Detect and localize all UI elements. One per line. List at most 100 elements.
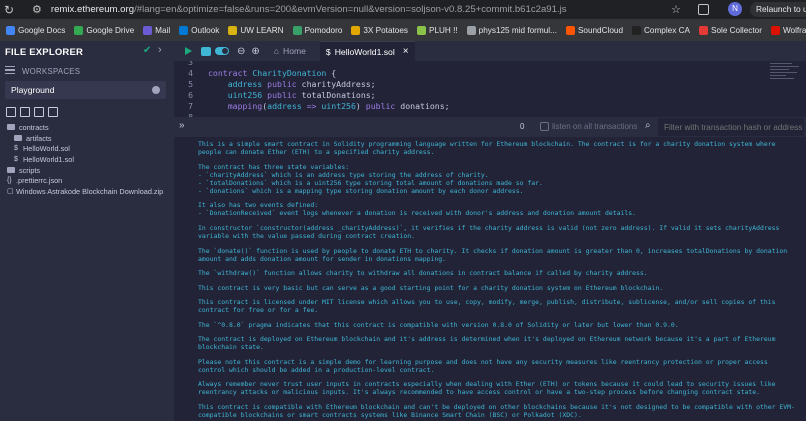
file-tree-item[interactable]: scripts: [0, 166, 174, 177]
zoom-in-icon[interactable]: ⊕: [251, 46, 259, 57]
new-file-icon[interactable]: [6, 107, 16, 117]
workspace-name: Playground: [11, 85, 55, 95]
bookmark-label: phys125 mid formul...: [478, 25, 557, 35]
bookmark-item[interactable]: Complex CA: [632, 25, 690, 35]
file-explorer-panel: FILE EXPLORER ✔ › WORKSPACES Playground …: [0, 41, 174, 421]
transaction-filter-input[interactable]: [658, 118, 804, 136]
file-tree-item[interactable]: {} .prettierrc.json: [0, 176, 174, 187]
code-token: address: [267, 101, 307, 111]
site-settings-icon[interactable]: ⚙: [32, 3, 42, 16]
folder-icon: [7, 166, 15, 173]
home-icon: ⌂: [273, 46, 279, 56]
bookmark-item[interactable]: Google Drive: [74, 25, 135, 35]
bookmark-favicon-icon: [179, 25, 189, 35]
terminal-message: The `donate()` function is used by peopl…: [198, 246, 791, 263]
bookmark-label: Wolfram Alpha: [782, 25, 806, 35]
line-number: 7: [188, 101, 193, 111]
code-token: mapping: [227, 101, 263, 111]
bookmark-item[interactable]: 3X Potatoes: [351, 25, 408, 35]
upload-folder-icon[interactable]: [48, 107, 58, 117]
terminal-message: It also has two events defined: - `Donat…: [198, 201, 636, 218]
bookmark-item[interactable]: UW LEARN: [228, 25, 284, 35]
file-tree-label: HelloWorld1.sol: [23, 155, 74, 165]
bookmark-favicon-icon: [466, 25, 476, 35]
folder-icon: [14, 134, 22, 141]
collapse-chevron-icon[interactable]: »: [179, 120, 185, 131]
minimap[interactable]: [770, 61, 802, 87]
hamburger-menu-icon[interactable]: [5, 66, 15, 74]
chevron-right-icon[interactable]: ›: [158, 44, 162, 56]
code-line: 6 uint256 public totalDonations;: [174, 90, 376, 101]
file-tree-label: Windows Astrakode Blockchain Download.zi…: [16, 187, 164, 197]
bookmark-star-icon[interactable]: ☆: [671, 3, 681, 16]
workspace-select[interactable]: Playground: [5, 81, 166, 99]
file-tree-item[interactable]: ▢ Windows Astrakode Blockchain Download.z…: [0, 187, 174, 198]
bookmark-label: Mail: [155, 25, 171, 35]
terminal-message: The `withdraw()` function allows charity…: [198, 269, 648, 278]
bookmark-item[interactable]: Mail: [143, 25, 171, 35]
line-number: 4: [188, 68, 193, 78]
code-token: ): [355, 101, 366, 111]
reload-icon[interactable]: ↻: [0, 3, 18, 17]
bookmark-item[interactable]: PLUH !!: [416, 25, 458, 35]
file-tree-item[interactable]: $ HelloWorld1.sol: [0, 155, 174, 166]
bookmark-item[interactable]: Sole Collector: [698, 25, 762, 35]
copilot-toggle[interactable]: [215, 47, 229, 55]
new-folder-icon[interactable]: [20, 107, 30, 117]
profile-avatar[interactable]: N: [728, 2, 742, 16]
extensions-icon[interactable]: [698, 4, 709, 15]
close-icon[interactable]: ×: [403, 46, 409, 57]
bookmark-favicon-icon: [228, 25, 238, 35]
bookmark-item[interactable]: Wolfram Alpha: [770, 25, 806, 35]
tab-helloworld1[interactable]: $ HelloWorld1.sol ×: [319, 41, 415, 61]
code-token: CharityDonation: [252, 68, 327, 78]
bookmark-item[interactable]: phys125 mid formul...: [466, 25, 557, 35]
line-number: 6: [188, 90, 193, 100]
bookmarks-bar: Google Docs Google Drive Mail Outlook UW LEA…: [0, 19, 806, 41]
bookmark-label: UW LEARN: [240, 25, 284, 35]
solidity-icon: $: [325, 46, 331, 57]
tab-label: Home: [282, 46, 306, 56]
code-editor[interactable]: 3 4 contract CharityDonation {5 address pu…: [174, 61, 806, 117]
terminal-message: The `^0.8.0` pragma indicates that this …: [198, 320, 679, 329]
terminal-message: Always remember never trust user inputs …: [198, 380, 780, 397]
run-icon[interactable]: [185, 47, 192, 55]
file-tree-item[interactable]: $ HelloWorld.sol: [0, 144, 174, 155]
bookmark-label: 3X Potatoes: [363, 25, 408, 35]
search-icon: ⌕: [645, 120, 651, 131]
tab-home[interactable]: ⌂ Home: [268, 41, 312, 61]
zoom-out-icon[interactable]: ⊖: [237, 46, 245, 57]
bookmark-favicon-icon: [351, 25, 361, 35]
file-actions: [6, 107, 58, 117]
terminal-message: The contract is deployed on Ethereum blo…: [198, 335, 780, 352]
bookmark-favicon-icon: [143, 25, 153, 35]
upload-icon[interactable]: [34, 107, 44, 117]
file-tree-label: artifacts: [26, 133, 52, 143]
file-tree-item[interactable]: contracts: [0, 123, 174, 134]
bookmark-favicon-icon: [698, 25, 708, 35]
tab-label: HelloWorld1.sol: [334, 46, 395, 57]
code-token: address: [227, 79, 268, 89]
bookmark-item[interactable]: Google Docs: [6, 25, 65, 35]
bookmark-item[interactable]: Outlook: [179, 25, 219, 35]
terminal-message: This contract is compatible with Ethereu…: [198, 402, 795, 419]
ai-copilot-icon[interactable]: [201, 46, 211, 56]
terminal-message: Please note this contract is a simple de…: [198, 357, 772, 374]
url-field[interactable]: remix.ethereum.org/#lang=en&optimize=fal…: [51, 4, 567, 15]
bookmark-favicon-icon: [632, 25, 642, 35]
relaunch-button[interactable]: Relaunch to upda: [750, 2, 806, 17]
line-number: 3: [188, 61, 193, 67]
code-line: 3: [174, 61, 208, 68]
file-tree-item[interactable]: artifacts: [0, 134, 174, 145]
bookmark-favicon-icon: [74, 25, 84, 35]
url-path: /#lang=en&optimize=false&runs=200&evmVer…: [134, 4, 567, 15]
file-icon: ▢: [7, 187, 14, 195]
bookmark-item[interactable]: Pomodoro: [292, 25, 342, 35]
dropdown-icon: [152, 86, 160, 94]
bookmark-favicon-icon: [416, 25, 426, 35]
bookmark-item[interactable]: SoundCloud: [565, 25, 623, 35]
listen-checkbox[interactable]: [540, 122, 549, 131]
bookmark-label: Google Drive: [86, 25, 135, 35]
